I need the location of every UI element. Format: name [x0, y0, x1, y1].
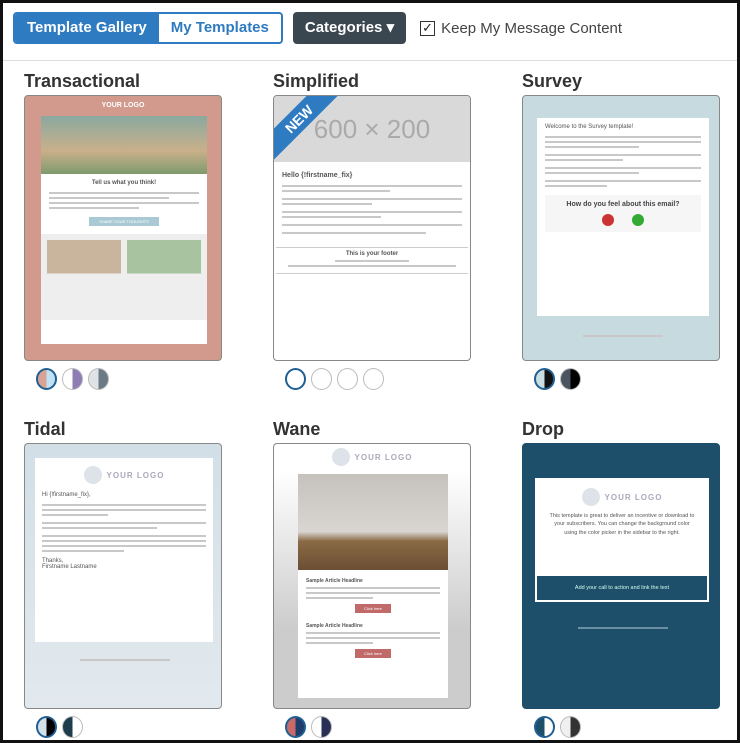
- tab-my-templates[interactable]: My Templates: [158, 14, 281, 42]
- template-thumbnail[interactable]: YOUR LOGO This template is great to deli…: [522, 443, 720, 709]
- color-swatch[interactable]: [62, 368, 83, 390]
- color-swatch[interactable]: [285, 368, 306, 390]
- template-title: Tidal: [24, 419, 66, 439]
- template-thumbnail[interactable]: 600 × 200 NEW Hello {!firstname_fix} Thi…: [273, 95, 471, 361]
- color-swatch[interactable]: [363, 368, 384, 390]
- template-title: Transactional: [24, 71, 141, 91]
- template-title: Survey: [522, 71, 583, 91]
- template-thumbnail[interactable]: YOUR LOGO Sample Article Headline Click …: [273, 443, 471, 709]
- color-swatches: [36, 716, 224, 738]
- template-tidal: Tidal YOUR LOGO Hi {!firstname_fix}, Tha…: [24, 419, 224, 738]
- body-text: This template is great to deliver an inc…: [549, 513, 695, 536]
- color-swatch[interactable]: [560, 716, 581, 738]
- survey-question: How do you feel about this email?: [566, 201, 680, 208]
- cta-button: SHARE YOUR THOUGHTS: [89, 217, 159, 226]
- article-button: Click here: [355, 649, 391, 658]
- template-title: Drop: [522, 419, 564, 439]
- color-swatch[interactable]: [88, 368, 109, 390]
- template-wane: Wane YOUR LOGO Sample Article Headline C…: [273, 419, 473, 738]
- template-transactional: Transactional YOUR LOGO Tell us what you…: [24, 71, 224, 390]
- headline: Sample Article Headline: [306, 623, 363, 629]
- color-swatch[interactable]: [560, 368, 581, 390]
- intro: Welcome to the Survey template!: [545, 124, 634, 130]
- color-swatch[interactable]: [534, 716, 555, 738]
- color-swatches: [534, 368, 722, 390]
- template-simplified: Simplified 600 × 200 NEW Hello {!firstna…: [273, 71, 473, 390]
- keep-content-label: Keep My Message Content: [441, 19, 623, 37]
- heading: Tell us what you think!: [91, 180, 157, 186]
- keep-content-checkbox[interactable]: ✓ Keep My Message Content: [420, 20, 622, 37]
- color-swatch[interactable]: [36, 368, 57, 390]
- cta-bar: Add your call to action and link the tex…: [537, 576, 707, 600]
- tab-template-gallery[interactable]: Template Gallery: [15, 14, 159, 42]
- gallery-tabs: Template Gallery My Templates: [13, 12, 283, 44]
- color-swatch[interactable]: [534, 368, 555, 390]
- logo: YOUR LOGO: [274, 448, 470, 466]
- template-thumbnail[interactable]: YOUR LOGO Tell us what you think! SHARE …: [24, 95, 222, 361]
- color-swatch[interactable]: [285, 716, 306, 738]
- categories-dropdown[interactable]: Categories ▾: [292, 12, 407, 44]
- color-swatch[interactable]: [36, 716, 57, 738]
- color-swatch[interactable]: [62, 716, 83, 738]
- logo: YOUR LOGO: [42, 466, 206, 484]
- template-survey: Survey Welcome to the Survey template! H…: [522, 71, 722, 390]
- color-swatches: [285, 368, 473, 390]
- article-button: Click here: [355, 604, 391, 613]
- color-swatches: [534, 716, 722, 738]
- signature: Firstname Lastname: [42, 564, 97, 570]
- logo: YOUR LOGO: [535, 488, 709, 506]
- color-swatches: [285, 716, 473, 738]
- greeting: Hello {!firstname_fix}: [282, 172, 353, 179]
- divider: [3, 60, 737, 61]
- template-title: Wane: [273, 419, 321, 439]
- template-thumbnail[interactable]: YOUR LOGO Hi {!firstname_fix}, Thanks, F…: [24, 443, 222, 709]
- logo: YOUR LOGO: [101, 102, 145, 109]
- template-drop: Drop YOUR LOGO This template is great to…: [522, 419, 722, 738]
- checkbox-icon[interactable]: ✓: [420, 20, 436, 36]
- footer-title: This is your footer: [345, 251, 399, 257]
- headline: Sample Article Headline: [306, 578, 363, 584]
- color-swatch[interactable]: [311, 716, 332, 738]
- color-swatch[interactable]: [311, 368, 332, 390]
- hero-image: [41, 116, 207, 174]
- greeting: Hi {!firstname_fix},: [42, 492, 91, 498]
- template-title: Simplified: [273, 71, 360, 91]
- hero-image: [298, 474, 448, 570]
- toolbar: Template Gallery My Templates Categories…: [13, 11, 622, 45]
- template-thumbnail[interactable]: Welcome to the Survey template! How do y…: [522, 95, 720, 361]
- color-swatch[interactable]: [337, 368, 358, 390]
- color-swatches: [36, 368, 224, 390]
